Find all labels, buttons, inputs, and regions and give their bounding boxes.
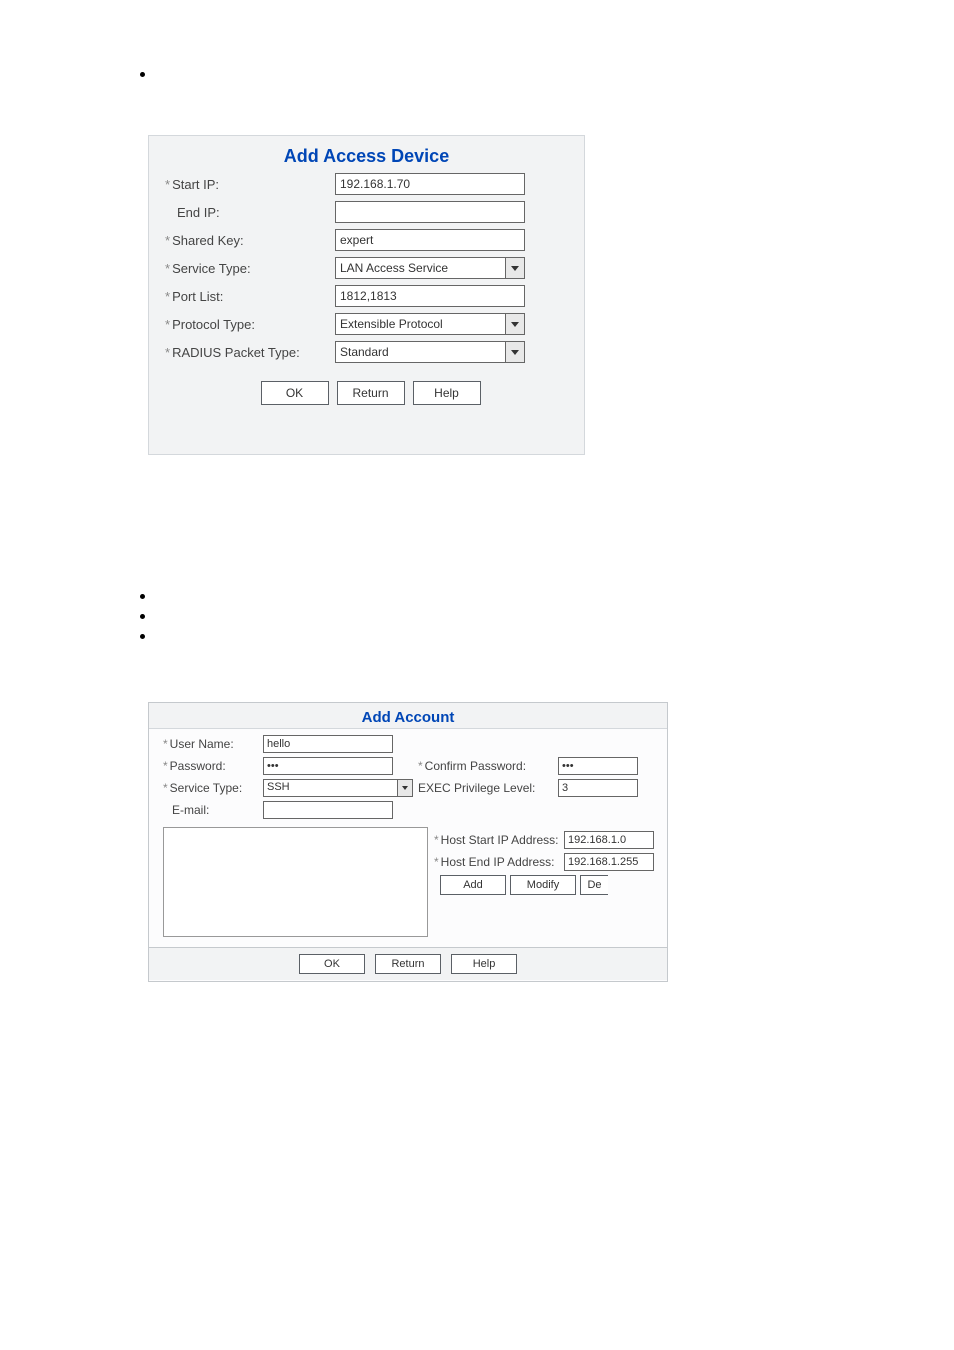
shared-key-input[interactable] <box>335 229 525 251</box>
email-label: E-mail: <box>163 801 263 819</box>
service-type-label: *Service Type: <box>163 779 263 797</box>
confirm-password-input[interactable] <box>558 757 638 775</box>
panel-title: Add Account <box>149 703 667 729</box>
bullet <box>140 614 145 619</box>
chevron-down-icon <box>505 257 525 279</box>
service-type-label: *Service Type: <box>165 261 335 276</box>
add-button[interactable]: Add <box>440 875 506 895</box>
bullet <box>140 634 145 639</box>
exec-priv-label: EXEC Privilege Level: <box>418 779 558 797</box>
start-ip-label: *Start IP: <box>165 177 335 192</box>
chevron-down-icon <box>397 779 413 797</box>
start-ip-input[interactable] <box>335 173 525 195</box>
help-button[interactable]: Help <box>451 954 517 974</box>
bullet <box>140 594 145 599</box>
chevron-down-icon <box>505 341 525 363</box>
panel-title: Add Access Device <box>149 136 584 173</box>
protocol-type-label: *Protocol Type: <box>165 317 335 332</box>
delete-button[interactable]: De <box>580 875 608 895</box>
return-button[interactable]: Return <box>337 381 405 405</box>
confirm-password-label: *Confirm Password: <box>418 757 558 775</box>
host-start-input[interactable] <box>564 831 654 849</box>
help-button[interactable]: Help <box>413 381 481 405</box>
host-end-label: *Host End IP Address: <box>434 855 564 869</box>
service-type-select[interactable]: SSH <box>263 779 413 797</box>
radius-pkt-select[interactable]: Standard <box>335 341 525 363</box>
add-account-panel: Add Account *User Name: *Password: *Conf… <box>148 702 668 982</box>
shared-key-label: *Shared Key: <box>165 233 335 248</box>
host-start-label: *Host Start IP Address: <box>434 833 564 847</box>
host-end-input[interactable] <box>564 853 654 871</box>
ok-button[interactable]: OK <box>299 954 365 974</box>
return-button[interactable]: Return <box>375 954 441 974</box>
chevron-down-icon <box>505 313 525 335</box>
notes-textarea[interactable] <box>163 827 428 937</box>
ok-button[interactable]: OK <box>261 381 329 405</box>
exec-priv-input[interactable] <box>558 779 638 797</box>
protocol-type-select[interactable]: Extensible Protocol <box>335 313 525 335</box>
bullet <box>140 72 145 77</box>
end-ip-input[interactable] <box>335 201 525 223</box>
add-access-device-panel: Add Access Device *Start IP: End IP: *Sh… <box>148 135 585 455</box>
modify-button[interactable]: Modify <box>510 875 576 895</box>
password-label: *Password: <box>163 757 263 775</box>
radius-pkt-label: *RADIUS Packet Type: <box>165 345 335 360</box>
port-list-input[interactable] <box>335 285 525 307</box>
end-ip-label: End IP: <box>165 205 335 220</box>
email-input[interactable] <box>263 801 393 819</box>
service-type-select[interactable]: LAN Access Service <box>335 257 525 279</box>
user-name-input[interactable] <box>263 735 393 753</box>
password-input[interactable] <box>263 757 393 775</box>
user-name-label: *User Name: <box>163 735 263 753</box>
port-list-label: *Port List: <box>165 289 335 304</box>
